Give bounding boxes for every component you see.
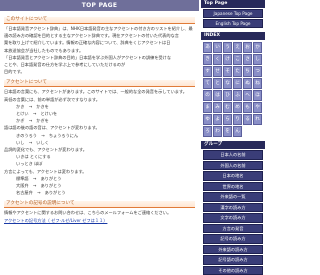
page-root: TOP PAGE このサイトについて 「日本語発音アクセント辞典」は、NHK日本… — [0, 0, 265, 246]
page-title: TOP PAGE — [0, 0, 199, 11]
accent-intro: 日本語の言葉にも、アクセントがあります。このサイトでは、一般的な全の発音を示して… — [4, 89, 195, 94]
notation-link[interactable]: アクセントの記号方法（ ゼフ·ルゼ/Liver ゼフは１１） — [4, 218, 195, 223]
index-key[interactable]: な — [223, 78, 232, 89]
example-label: 品詞的変化でも、アクセントが変わります。 — [4, 147, 195, 152]
example-item: かき → かきを — [4, 104, 195, 109]
sidebar-heading-groups: グループ — [201, 141, 265, 149]
index-key[interactable]: よ — [213, 114, 222, 125]
index-key[interactable]: き — [203, 54, 212, 65]
group-link[interactable]: 日本の地名 — [203, 171, 263, 181]
index-key[interactable]: し — [253, 54, 262, 65]
index-key[interactable]: わ — [213, 126, 222, 137]
index-key[interactable]: り — [233, 114, 242, 125]
sidebar-link-english-top[interactable]: English Top Page — [203, 19, 263, 28]
section-heading-about: このサイトについて — [4, 17, 195, 24]
index-key[interactable]: は — [213, 90, 222, 101]
index-key[interactable]: ち — [243, 66, 252, 77]
index-key[interactable]: く — [213, 54, 222, 65]
example-item: いきは とくにする — [4, 154, 195, 159]
group-link[interactable]: 世界の地名 — [203, 182, 263, 192]
index-key[interactable]: せ — [213, 66, 222, 77]
index-key[interactable]: こ — [233, 54, 242, 65]
example-item: かぎ → かぎを — [4, 118, 195, 123]
sidebar-heading-top: Top Page — [201, 0, 265, 8]
example-label: 方言によっても、アクセントは変わります。 — [4, 169, 195, 174]
group-link[interactable]: 文字の読み方 — [203, 213, 263, 223]
example-item: いし → いしく — [4, 140, 195, 145]
group-link[interactable]: 漢字の読み方 — [203, 203, 263, 213]
sidebar: Top Page Japanese Top Page English Top P… — [201, 0, 265, 246]
about-text-6: ことや、日本語発音の仕方を学ぶ上で参考にしていただけるのが — [4, 62, 195, 67]
index-key[interactable]: う — [223, 42, 232, 53]
index-key[interactable]: み — [213, 102, 222, 113]
about-text-3: 葉を取り上げて紹介しています。情報の正確な内容について、辞典をくじアクセントは日 — [4, 40, 195, 45]
group-link[interactable]: 外国人の名前 — [203, 161, 263, 171]
index-key[interactable]: す — [203, 66, 212, 77]
about-text-2: 適の読み方の確認を目的とする主なアクセント辞典です。現在アクセントの付いた代表的… — [4, 33, 195, 38]
index-key[interactable]: い — [213, 42, 222, 53]
index-key[interactable]: つ — [253, 66, 262, 77]
index-key[interactable]: の — [203, 90, 212, 101]
group-link[interactable]: 外来語の一覧 — [203, 192, 263, 202]
index-key[interactable]: て — [203, 78, 212, 89]
index-key[interactable]: を — [223, 126, 232, 137]
about-text-4: 本放送協会が当社したものでもあります。 — [4, 48, 195, 53]
index-key[interactable]: ひ — [223, 90, 232, 101]
index-key[interactable]: た — [233, 66, 242, 77]
example-label: 高低の言葉には、前の単語が必ず次ですなります。 — [4, 97, 195, 102]
index-key[interactable]: め — [233, 102, 242, 113]
example-label: 語は語の後の語の音は、アクセントが変わります。 — [4, 125, 195, 130]
index-key[interactable]: そ — [223, 66, 232, 77]
group-link[interactable]: 記号語の読み方 — [203, 255, 263, 265]
index-key[interactable]: さ — [243, 54, 252, 65]
group-link[interactable]: 方言の発音 — [203, 224, 263, 234]
index-grid: あいうえおかきくけこさしすせそたちつてとなにぬねのはひふへほまみむめもやゆよらり… — [201, 40, 265, 139]
index-key[interactable]: ん — [233, 126, 242, 137]
group-link[interactable]: 記号の読み方 — [203, 234, 263, 244]
index-key[interactable]: あ — [203, 42, 212, 53]
index-key[interactable]: ゆ — [203, 114, 212, 125]
index-key[interactable]: け — [223, 54, 232, 65]
index-key[interactable]: ら — [223, 114, 232, 125]
contact-text: 情報やアクセントに関するお問い合わせは、こちらのメールフォームをご連絡ください。 — [4, 210, 195, 215]
group-list: 日本人の名前外国人の名前日本の地名世界の地名外来語の一覧漢字の読み方文字の読み方… — [201, 150, 265, 275]
index-key[interactable]: と — [213, 78, 222, 89]
index-key[interactable]: む — [223, 102, 232, 113]
index-key[interactable]: れ — [253, 114, 262, 125]
group-link[interactable]: 日本人の名前 — [203, 150, 263, 160]
index-key[interactable]: も — [243, 102, 252, 113]
sidebar-link-japanese-top[interactable]: Japanese Top Page — [203, 9, 263, 18]
index-key[interactable]: や — [253, 102, 262, 113]
about-text-1: 「日本語発音アクセント辞典」は、NHK日本語発音の主なアクセントの付き方のリスト… — [4, 26, 195, 31]
about-text-7: 目的です。 — [4, 69, 195, 74]
example-item: 標準語 → ありがとう — [4, 176, 195, 181]
index-key[interactable]: ろ — [203, 126, 212, 137]
example-item: 名古屋弁 → ありがとう — [4, 190, 195, 195]
content-area: このサイトについて 「日本語発音アクセント辞典」は、NHK日本語発音の主なアクセ… — [4, 17, 195, 225]
index-key[interactable]: ほ — [253, 90, 262, 101]
main-content: TOP PAGE このサイトについて 「日本語発音アクセント辞典」は、NHK日本… — [0, 0, 199, 246]
index-key[interactable]: ふ — [233, 90, 242, 101]
index-key[interactable]: ね — [253, 78, 262, 89]
index-key[interactable]: る — [243, 114, 252, 125]
index-key[interactable]: え — [233, 42, 242, 53]
example-item: 大阪弁 → ありがとう — [4, 183, 195, 188]
about-text-5: 「日本語発音とアクセント辞典の目的」日本語を学ぶ外国人がアクセントの訓練を受けな — [4, 55, 195, 60]
index-key[interactable]: ま — [203, 102, 212, 113]
example-item: きのうろう → ちょうろうにん — [4, 133, 195, 138]
group-link[interactable]: その他の読み方 — [203, 266, 263, 275]
example-item: とけい → とけいを — [4, 111, 195, 116]
example-item: いっとき ほぼ — [4, 161, 195, 166]
index-key[interactable]: か — [253, 42, 262, 53]
index-key[interactable]: お — [243, 42, 252, 53]
index-key[interactable]: ぬ — [243, 78, 252, 89]
index-key[interactable]: に — [233, 78, 242, 89]
sidebar-heading-index: INDEX — [201, 32, 265, 40]
section-heading-accent: アクセントについて — [4, 80, 195, 87]
section-heading-notation: アクセントの記号の説明について — [4, 201, 195, 208]
index-key[interactable]: へ — [243, 90, 252, 101]
